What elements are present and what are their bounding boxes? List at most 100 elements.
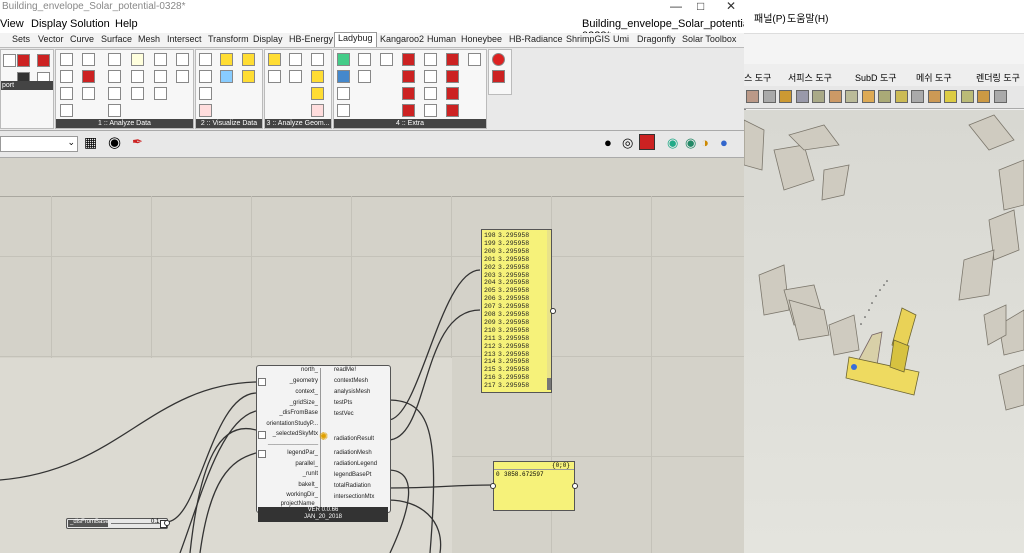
tab-subd-tools[interactable]: SubD 도구: [855, 71, 897, 84]
output-param[interactable]: testVec: [334, 411, 354, 417]
panel-row-index: 203: [484, 271, 496, 279]
panel-row-index: 212: [484, 342, 496, 350]
rhino-tool-icons: [744, 86, 1024, 109]
output-port[interactable]: [164, 520, 170, 526]
output-param[interactable]: testPts: [334, 400, 352, 406]
panel-row-value: 3.295958: [498, 239, 530, 247]
rhino-tool-icon[interactable]: [795, 90, 809, 103]
data-panel-radiation-list[interactable]: 198 3.295958 199 3.295958 200 3.295958 201 3.29…: [481, 229, 552, 393]
wire: [189, 427, 257, 553]
rhino-viewport[interactable]: [744, 110, 1024, 553]
input-param[interactable]: parallel_: [258, 461, 318, 467]
wire: [387, 484, 494, 489]
output-param[interactable]: readMe!: [334, 367, 356, 373]
rhino-tool-icon[interactable]: [762, 90, 776, 103]
output-param[interactable]: intersectionMtx: [334, 494, 374, 500]
panel-row-value: 3.295958: [498, 334, 530, 342]
menu-panels[interactable]: 패널(P): [754, 10, 786, 25]
rhino-window: 패널(P) 도움말(H) 스 도구 서피스 도구 SubD 도구 메쉬 도구 렌…: [744, 0, 1024, 553]
wire: [387, 469, 410, 553]
data-panel-total-radiation[interactable]: {0;0} 0 3858.672597: [493, 461, 575, 511]
output-param[interactable]: radiationMesh: [334, 450, 372, 456]
output-port[interactable]: [572, 483, 578, 489]
tab-rhino-tools[interactable]: 스 도구: [744, 71, 771, 84]
input-param[interactable]: _geometry: [258, 378, 318, 384]
rhino-tool-icon[interactable]: [878, 90, 891, 103]
rhino-tool-icon[interactable]: [779, 90, 792, 103]
component-date: JAN_20_2018: [303, 514, 343, 520]
panel-row-value: 3.295958: [498, 279, 530, 287]
rhino-tool-icon[interactable]: [812, 90, 825, 103]
rhino-tool-icon[interactable]: [927, 90, 941, 103]
panel-row-index: 208: [484, 311, 496, 318]
input-param[interactable]: bakeIt_: [258, 482, 318, 488]
output-param[interactable]: radiationResult: [334, 436, 374, 442]
panel-row-index: 207: [484, 303, 496, 311]
rhino-tool-icon[interactable]: [861, 90, 875, 103]
panel-row: 204 3.295958: [484, 279, 529, 286]
number-slider[interactable]: _disFromBase 0.1: [66, 518, 168, 529]
rhino-command-area[interactable]: [744, 33, 1024, 65]
rhino-tool-icon[interactable]: [977, 90, 990, 103]
panel-row-value: 3.295958: [498, 232, 530, 239]
panel-row: 210 3.295958: [484, 327, 529, 334]
panel-row: 211 3.295958: [484, 335, 529, 342]
wire: [387, 309, 481, 441]
output-param[interactable]: analysisMesh: [334, 389, 370, 395]
tab-surface-tools[interactable]: 서피스 도구: [788, 71, 832, 84]
panel-row-index: 211: [484, 334, 496, 342]
panel-row: 217 3.295958: [484, 382, 529, 389]
panel-row: 200 3.295958: [484, 248, 529, 255]
panel-row-index: 214: [484, 358, 496, 366]
panel-row-index: 198: [484, 232, 496, 239]
rhino-tool-icon[interactable]: [960, 90, 974, 103]
input-param[interactable]: workingDir_: [258, 492, 318, 498]
divider: [494, 469, 574, 470]
input-param[interactable]: _gridSize_: [258, 400, 318, 406]
output-param[interactable]: contextMesh: [334, 378, 368, 384]
output-param[interactable]: legendBasePt: [334, 472, 371, 478]
tab-render-tools[interactable]: 렌더링 도구: [976, 71, 1020, 84]
input-param[interactable]: north_: [258, 367, 318, 373]
input-param[interactable]: legendPar_: [258, 450, 318, 456]
panel-row-index: 215: [484, 366, 496, 374]
panel-row: 206 3.295958: [484, 295, 529, 302]
tab-mesh-tools[interactable]: 메쉬 도구: [916, 71, 952, 84]
panel-row-value: 3.295958: [498, 255, 530, 263]
scrollbar-thumb[interactable]: [547, 378, 551, 390]
expand-icon[interactable]: [258, 450, 266, 458]
rhino-tool-icon[interactable]: [944, 90, 957, 103]
output-param[interactable]: radiationLegend: [334, 461, 377, 467]
panel-row-index: 217: [484, 382, 496, 390]
grasshopper-window: Building_envelope_Solar_potential-0328* …: [0, 0, 744, 553]
input-port[interactable]: [490, 483, 496, 489]
param-divider: _______________: [268, 439, 319, 445]
menu-help[interactable]: 도움말(H): [787, 10, 828, 25]
expand-icon[interactable]: [258, 378, 266, 386]
rhino-tool-icon[interactable]: [911, 90, 924, 103]
panel-row: 209 3.295958: [484, 319, 529, 326]
panel-row-value: 3.295958: [498, 350, 530, 358]
rhino-tool-icon[interactable]: [993, 90, 1007, 103]
output-param[interactable]: totalRadiation: [334, 483, 371, 489]
panel-row-value: 3.295958: [498, 247, 530, 255]
panel-row-index: 199: [484, 239, 496, 247]
rhino-tool-icon[interactable]: [828, 90, 842, 103]
panel-row-index: 201: [484, 255, 496, 263]
expand-icon[interactable]: [258, 431, 266, 439]
rhino-tool-icon[interactable]: [894, 90, 908, 103]
rhino-tool-icon[interactable]: [845, 90, 858, 103]
input-param[interactable]: orientationStudyP...: [258, 421, 318, 427]
slider-label: _disFromBase: [70, 519, 109, 525]
rhino-tool-icon[interactable]: [746, 90, 759, 103]
input-param[interactable]: _disFromBase: [258, 410, 318, 416]
panel-row-index: 216: [484, 374, 496, 382]
input-param[interactable]: _selectedSkyMtx: [258, 431, 318, 437]
wire: [387, 269, 481, 421]
input-param[interactable]: _runIt: [258, 471, 318, 477]
panel-row-index: 206: [484, 295, 496, 303]
panel-row-index: 0: [496, 471, 500, 478]
panel-row-index: 205: [484, 287, 496, 295]
input-param[interactable]: context_: [258, 389, 318, 395]
output-port[interactable]: [550, 308, 556, 314]
